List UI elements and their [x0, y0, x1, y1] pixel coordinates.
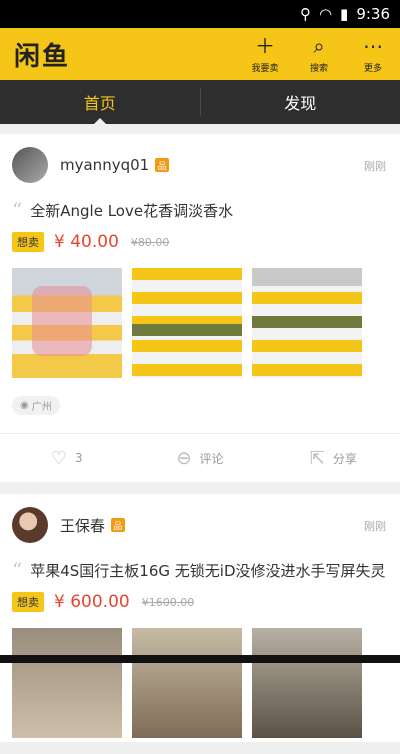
tab-bar: 首页 发现 [0, 80, 400, 124]
tab-discover[interactable]: 发现 [201, 80, 400, 124]
tab-home[interactable]: 首页 [0, 80, 200, 124]
status-bar: ⚲ ◠ ▮ 9:36 [0, 0, 400, 28]
post-time: 刚刚 [364, 158, 386, 174]
sell-tag: 想卖 [12, 592, 44, 612]
post-description: “ 全新Angle Love花香调淡香水 [0, 196, 400, 224]
search-label: 搜索 [310, 61, 328, 74]
post-header: 王保春 品 刚刚 [0, 494, 400, 556]
avatar[interactable] [12, 147, 48, 183]
post-time: 刚刚 [364, 518, 386, 534]
post-actions: ♡ 3 ⊖ 评论 ⇱ 分享 [0, 434, 400, 482]
product-photo[interactable] [12, 628, 122, 738]
quote-icon: “ [12, 198, 22, 222]
like-button[interactable]: ♡ 3 [0, 448, 133, 469]
photo-row [0, 628, 400, 742]
sell-label: 我要卖 [251, 61, 278, 74]
like-count: 3 [75, 451, 83, 465]
price-row: 想卖 ¥ 40.00 ¥80.00 [0, 224, 400, 260]
nav-bar-edge [0, 655, 400, 663]
sell-tag: 想卖 [12, 232, 44, 252]
product-photo[interactable] [132, 628, 242, 738]
username[interactable]: 王保春 [60, 515, 105, 536]
verified-badge-icon: 品 [111, 518, 125, 532]
verified-badge-icon: 品 [155, 158, 169, 172]
post-header: myannyq01 品 刚刚 [0, 134, 400, 196]
share-label: 分享 [333, 450, 357, 467]
post-card[interactable]: myannyq01 品 刚刚 “ 全新Angle Love花香调淡香水 想卖 ¥… [0, 134, 400, 482]
heart-icon: ♡ [51, 448, 67, 469]
description-text: 全新Angle Love花香调淡香水 [30, 200, 233, 221]
more-button[interactable]: ⋯ 更多 [346, 28, 400, 80]
description-text: 苹果4S国行主板16G 无锁无iD没修没进水手写屏失灵 [30, 560, 385, 581]
more-label: 更多 [364, 61, 382, 74]
share-button[interactable]: ⇱ 分享 [267, 448, 400, 469]
battery-icon: ▮ [340, 5, 348, 23]
status-time: 9:36 [356, 5, 390, 23]
product-photo[interactable] [252, 628, 362, 738]
search-icon: ⌕ [313, 35, 324, 59]
product-photo[interactable] [252, 268, 362, 378]
comment-button[interactable]: ⊖ 评论 [133, 448, 266, 469]
location-icon: ⚲ [300, 5, 311, 23]
post-description: “ 苹果4S国行主板16G 无锁无iD没修没进水手写屏失灵 [0, 556, 400, 584]
price-row: 想卖 ¥ 600.00 ¥1600.00 [0, 584, 400, 620]
app-bar: 闲鱼 ＋ 我要卖 ⌕ 搜索 ⋯ 更多 [0, 28, 400, 80]
original-price: ¥1600.00 [142, 596, 195, 609]
product-photo[interactable] [12, 268, 122, 378]
quote-icon: “ [12, 558, 22, 582]
wifi-icon: ◠ [319, 5, 332, 23]
more-icon: ⋯ [363, 35, 383, 59]
avatar[interactable] [12, 507, 48, 543]
app-logo: 闲鱼 [14, 36, 70, 73]
search-button[interactable]: ⌕ 搜索 [292, 28, 346, 80]
post-card[interactable]: 王保春 品 刚刚 “ 苹果4S国行主板16G 无锁无iD没修没进水手写屏失灵 想… [0, 494, 400, 742]
sell-button[interactable]: ＋ 我要卖 [238, 28, 292, 80]
share-icon: ⇱ [310, 448, 325, 469]
comment-icon: ⊖ [176, 448, 191, 469]
location-text: 广州 [32, 398, 52, 413]
location-tag[interactable]: ◉ 广州 [12, 396, 60, 415]
price: ¥ 600.00 [54, 592, 130, 612]
original-price: ¥80.00 [131, 236, 170, 249]
photo-row [0, 268, 400, 382]
plus-icon: ＋ [255, 35, 275, 59]
product-photo[interactable] [132, 268, 242, 378]
location-pin-icon: ◉ [20, 400, 29, 411]
price: ¥ 40.00 [54, 232, 119, 252]
username[interactable]: myannyq01 [60, 156, 149, 174]
comment-label: 评论 [200, 450, 224, 467]
